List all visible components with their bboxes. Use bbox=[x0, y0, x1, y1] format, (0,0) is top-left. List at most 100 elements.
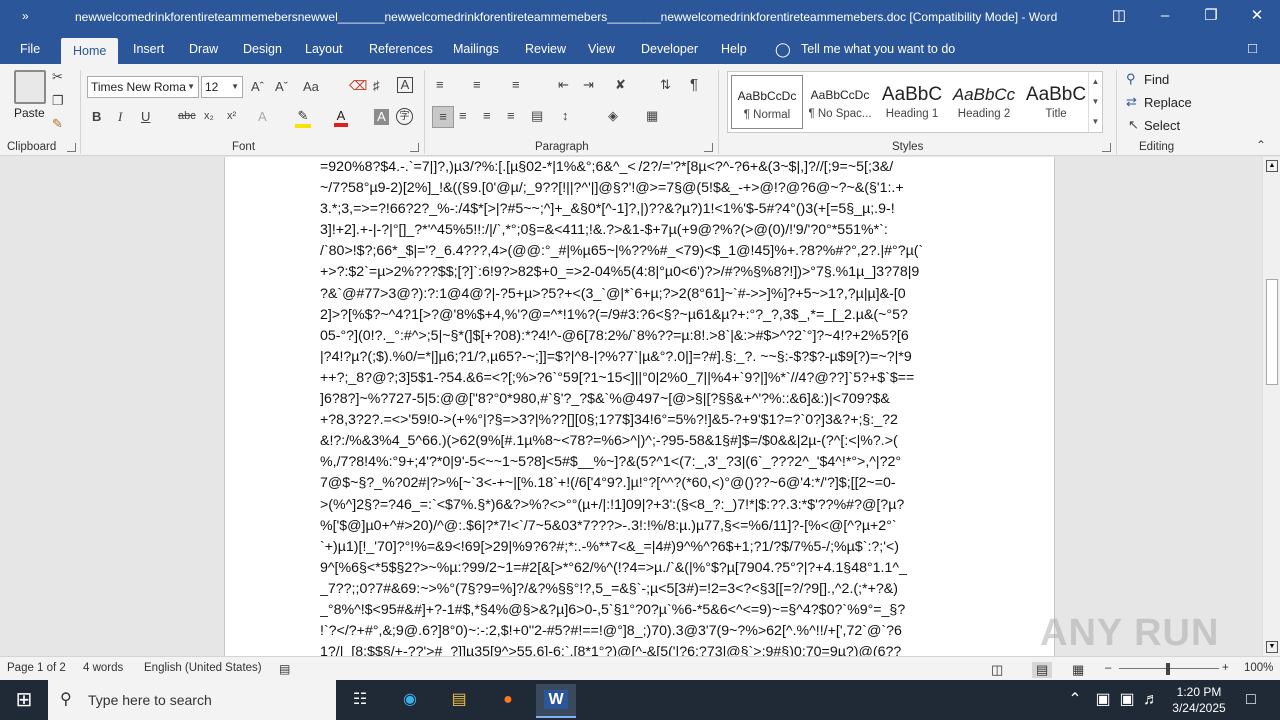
line-spacing-icon[interactable]: ↕ bbox=[562, 108, 569, 123]
zoom-out-icon[interactable]: – bbox=[1105, 662, 1111, 674]
align-left-icon[interactable]: ≡ bbox=[432, 106, 454, 128]
bullets-icon[interactable]: ≡ bbox=[436, 77, 444, 92]
clear-formatting-icon[interactable]: ⌫ bbox=[349, 78, 367, 94]
clock[interactable]: 1:20 PM 3/24/2025 bbox=[1164, 684, 1234, 716]
cut-icon[interactable]: ✂ bbox=[52, 69, 63, 85]
character-border-icon[interactable]: A bbox=[397, 77, 413, 93]
find-button[interactable]: Find bbox=[1144, 72, 1169, 87]
character-shading-icon[interactable]: A bbox=[374, 109, 389, 125]
task-view-icon[interactable]: ☷ bbox=[340, 684, 380, 718]
paste-icon[interactable] bbox=[14, 70, 46, 104]
style-heading-2[interactable]: AaBbCc Heading 2 bbox=[948, 75, 1020, 129]
grow-font-icon[interactable]: Aˆ bbox=[251, 79, 264, 94]
font-name-combo[interactable]: Times New Roma ▼ bbox=[87, 76, 199, 98]
read-mode-icon[interactable]: ◫ bbox=[991, 662, 1003, 678]
distributed-icon[interactable]: ▤ bbox=[531, 108, 543, 124]
show-hidden-icons-icon[interactable]: ⌃ bbox=[1060, 684, 1090, 718]
font-color-icon[interactable]: A bbox=[334, 108, 348, 127]
close-button[interactable]: ✕ bbox=[1234, 0, 1280, 34]
notifications-icon[interactable]: □ bbox=[1236, 684, 1266, 718]
tab-mailings[interactable]: Mailings bbox=[453, 34, 499, 64]
maximize-button[interactable]: ❐ bbox=[1188, 0, 1234, 34]
bold-icon[interactable]: B bbox=[92, 109, 101, 124]
strikethrough-icon[interactable]: abc bbox=[178, 110, 196, 122]
document-body[interactable]: =920%8?$4.-.`=7|]?,)µ3/?%:[.[µ§02-*|1%&°… bbox=[320, 157, 940, 656]
select-icon[interactable]: ↖ bbox=[1128, 117, 1139, 133]
taskbar-search[interactable]: ⚲ Type here to search bbox=[48, 680, 336, 720]
copy-icon[interactable]: ❐ bbox=[52, 93, 64, 109]
tab-home[interactable]: Home bbox=[61, 38, 119, 64]
volume-icon[interactable]: ♬ bbox=[1136, 684, 1166, 718]
scroll-up-icon[interactable]: ▲ bbox=[1266, 160, 1278, 172]
subscript-icon[interactable]: x₂ bbox=[204, 110, 214, 122]
shrink-font-icon[interactable]: Aˇ bbox=[275, 79, 288, 94]
file-explorer-icon[interactable]: ▤ bbox=[439, 684, 479, 718]
show-marks-icon[interactable]: ¶ bbox=[690, 76, 698, 93]
text-effects-icon[interactable]: A bbox=[258, 109, 267, 124]
increase-indent-icon[interactable]: ⇥ bbox=[583, 77, 594, 93]
styles-launcher-icon[interactable] bbox=[1102, 143, 1111, 152]
paste-button[interactable]: Paste bbox=[14, 106, 45, 120]
tab-view[interactable]: View bbox=[588, 34, 615, 64]
font-launcher-icon[interactable] bbox=[410, 143, 419, 152]
multilevel-list-icon[interactable]: ≡ bbox=[512, 77, 520, 92]
sort-icon[interactable]: ⇅ bbox=[660, 77, 671, 93]
decrease-indent-icon[interactable]: ⇤ bbox=[558, 77, 569, 93]
borders-icon[interactable]: ▦ bbox=[646, 108, 658, 124]
change-case-icon[interactable]: Aa bbox=[303, 79, 319, 94]
scroll-down-icon[interactable]: ▼ bbox=[1266, 641, 1278, 653]
lightbulb-icon[interactable]: ◯ bbox=[775, 34, 791, 64]
zoom-level[interactable]: 100% bbox=[1244, 662, 1273, 674]
style-heading-1[interactable]: AaBbC Heading 1 bbox=[876, 75, 948, 129]
zoom-slider-thumb[interactable] bbox=[1166, 663, 1170, 675]
tell-me-search[interactable]: Tell me what you want to do bbox=[801, 34, 955, 64]
tab-review[interactable]: Review bbox=[525, 34, 566, 64]
tab-developer[interactable]: Developer bbox=[641, 34, 698, 64]
justify-icon[interactable]: ≡ bbox=[507, 108, 515, 123]
clipboard-launcher-icon[interactable] bbox=[67, 143, 76, 152]
format-painter-icon[interactable]: ✎ bbox=[52, 116, 63, 132]
tab-file[interactable]: File bbox=[20, 34, 40, 64]
quick-access-icon[interactable]: » bbox=[22, 9, 29, 23]
word-count[interactable]: 4 words bbox=[83, 662, 123, 674]
style-no-spacing[interactable]: AaBbCcDc ¶ No Spac... bbox=[804, 75, 876, 129]
comments-icon[interactable]: □ bbox=[1248, 34, 1257, 64]
font-size-combo[interactable]: 12 ▼ bbox=[201, 76, 243, 98]
edge-icon[interactable]: ◉ bbox=[390, 684, 430, 718]
minimize-button[interactable]: – bbox=[1142, 0, 1188, 34]
tab-design[interactable]: Design bbox=[243, 34, 282, 64]
windows-start-icon[interactable]: ⊞ bbox=[4, 684, 44, 718]
select-button[interactable]: Select bbox=[1144, 118, 1180, 133]
accessibility-icon[interactable]: ▤ bbox=[279, 662, 290, 676]
zoom-in-icon[interactable]: + bbox=[1222, 662, 1229, 674]
ribbon-display-options-icon[interactable]: ◫ bbox=[1096, 0, 1142, 34]
align-right-icon[interactable]: ≡ bbox=[483, 108, 491, 123]
tab-insert[interactable]: Insert bbox=[133, 34, 164, 64]
enclose-characters-icon[interactable]: 字 bbox=[396, 108, 413, 125]
replace-icon[interactable]: ⇄ bbox=[1126, 94, 1137, 110]
tab-layout[interactable]: Layout bbox=[305, 34, 343, 64]
tab-draw[interactable]: Draw bbox=[189, 34, 218, 64]
style-normal[interactable]: AaBbCcDc ¶ Normal bbox=[731, 75, 803, 129]
styles-scroll[interactable]: ▲ ▼ ▼ bbox=[1088, 72, 1102, 132]
phonetic-guide-icon[interactable]: ♯ bbox=[373, 78, 380, 93]
web-layout-icon[interactable]: ▦ bbox=[1072, 662, 1084, 678]
superscript-icon[interactable]: x² bbox=[227, 110, 236, 122]
collapse-ribbon-icon[interactable]: ⌃ bbox=[1256, 138, 1266, 152]
italic-icon[interactable]: I bbox=[118, 109, 122, 125]
chinese-layout-icon[interactable]: ✘ bbox=[615, 77, 626, 93]
firefox-icon[interactable]: ● bbox=[488, 684, 528, 718]
numbering-icon[interactable]: ≡ bbox=[473, 77, 481, 92]
center-icon[interactable]: ≡ bbox=[459, 108, 467, 123]
language[interactable]: English (United States) bbox=[144, 662, 262, 674]
page-count[interactable]: Page 1 of 2 bbox=[7, 662, 66, 674]
tab-help[interactable]: Help bbox=[721, 34, 747, 64]
vertical-scrollbar[interactable]: ▲ ▼ bbox=[1262, 157, 1280, 656]
paragraph-launcher-icon[interactable] bbox=[704, 143, 713, 152]
replace-button[interactable]: Replace bbox=[1144, 95, 1192, 110]
find-icon[interactable]: ⚲ bbox=[1126, 71, 1136, 87]
style-title[interactable]: AaBbC Title bbox=[1020, 75, 1092, 129]
print-layout-icon[interactable]: ▤ bbox=[1032, 662, 1053, 678]
tab-references[interactable]: References bbox=[369, 34, 433, 64]
highlight-color-icon[interactable]: ✎ bbox=[295, 108, 311, 128]
